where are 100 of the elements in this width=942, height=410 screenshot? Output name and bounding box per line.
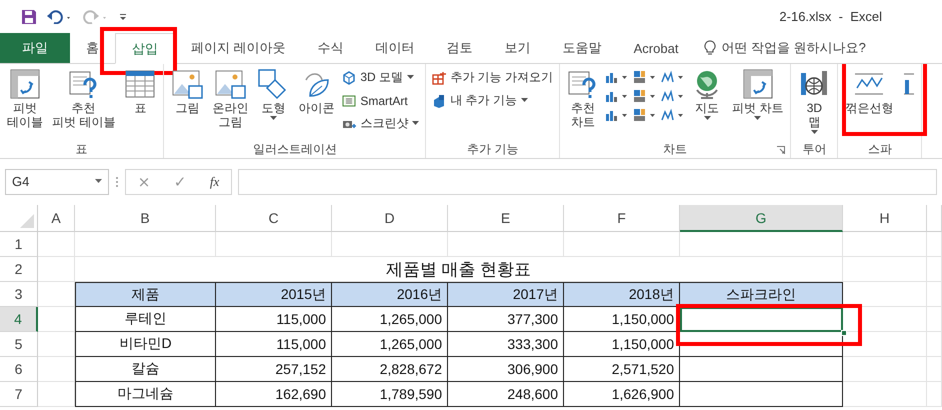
row-header[interactable]: 1 — [0, 232, 38, 257]
cube-icon — [342, 70, 356, 84]
tell-me-search[interactable]: 어떤 작업을 원하시나요? — [721, 39, 866, 57]
sparkline-cell[interactable] — [680, 382, 843, 407]
row-header[interactable]: 4 — [0, 307, 38, 332]
table-cell: 1,265,000 — [332, 307, 448, 332]
ribbon-button[interactable]: SmartArt — [339, 90, 422, 111]
sheet-cell[interactable] — [843, 382, 927, 407]
ribbon-button[interactable]: 3D 맵 — [794, 67, 834, 140]
table-cell: 2015년 — [216, 282, 332, 307]
column-header[interactable]: C — [216, 205, 332, 232]
ribbon-button[interactable]: 그림 — [167, 67, 208, 140]
table-cell: 115,000 — [216, 307, 332, 332]
ribbon-button[interactable]: 내 추가 기능 — [429, 90, 556, 111]
table-cell: 2018년 — [564, 282, 680, 307]
column-header[interactable]: B — [75, 205, 216, 232]
sheet-cell[interactable] — [38, 332, 75, 357]
ribbon-button[interactable]: 피벗 테이블 — [3, 67, 47, 140]
chart-icon — [633, 108, 658, 122]
ribbon-button[interactable]: 아이콘 — [294, 67, 338, 140]
column-header[interactable]: H — [843, 205, 927, 232]
sheet-cell[interactable] — [38, 357, 75, 382]
ribbon-tab[interactable]: 홈 — [70, 33, 115, 63]
ribbon-tab[interactable]: 도움말 — [546, 33, 618, 63]
ribbon-tab[interactable]: 보기 — [488, 33, 547, 63]
customize-icon[interactable] — [119, 12, 127, 22]
ribbon-tab[interactable]: 페이지 레이아웃 — [175, 33, 302, 63]
ribbon-button[interactable]: 지도 — [687, 67, 728, 140]
ribbon-button[interactable]: 꺾은선형 — [841, 67, 898, 140]
column-header[interactable]: A — [38, 205, 75, 232]
name-box[interactable]: G4 — [5, 168, 109, 194]
save-icon[interactable] — [21, 8, 37, 24]
sheet-cell[interactable] — [680, 232, 843, 257]
sparkline-cell[interactable] — [680, 357, 843, 382]
undo-icon[interactable] — [47, 10, 73, 24]
sheet-cell[interactable] — [843, 257, 927, 282]
sheet-cell[interactable] — [564, 232, 680, 257]
ribbon-tab[interactable]: 수식 — [302, 33, 360, 63]
ribbon-button[interactable]: 3D 모델 — [339, 67, 422, 88]
ribbon-tab[interactable]: 데이터 — [360, 33, 431, 63]
ribbon-button[interactable]: 추가 기능 가져오기 — [429, 67, 556, 88]
column-header[interactable]: G — [680, 205, 843, 232]
ribbon-button[interactable]: 추천 피벗 테이블 — [48, 67, 120, 140]
sheet-cell[interactable] — [927, 382, 942, 407]
addin-icon — [432, 94, 446, 108]
ribbon-button[interactable]: 표 — [120, 67, 160, 140]
row-header[interactable]: 6 — [0, 357, 38, 382]
table-cell: 306,900 — [448, 357, 564, 382]
sheet-cell[interactable] — [927, 307, 942, 332]
ribbon-button[interactable]: 도형 — [253, 67, 294, 140]
pivot-table-icon — [9, 68, 41, 100]
group-label: 표 — [76, 141, 88, 158]
sheet-cell[interactable] — [216, 232, 332, 257]
sheet-cell[interactable] — [927, 282, 942, 307]
row-header[interactable]: 7 — [0, 382, 38, 407]
smartart-icon — [342, 94, 356, 108]
table-cell: 333,300 — [448, 332, 564, 357]
column-header[interactable]: D — [332, 205, 448, 232]
column-header[interactable]: E — [448, 205, 564, 232]
sheet-cell[interactable] — [332, 232, 448, 257]
ribbon-tab[interactable]: Acrobat — [618, 33, 694, 63]
row-header[interactable]: 5 — [0, 332, 38, 357]
ribbon-tab[interactable]: 파일 — [0, 33, 70, 63]
sheet-cell[interactable] — [75, 232, 216, 257]
ribbon-button[interactable]: 추천 차트 — [563, 67, 604, 140]
ribbon-tab[interactable]: 삽입 — [115, 33, 175, 64]
table-cell: 1,150,000 — [564, 332, 680, 357]
ribbon-button[interactable]: 피벗 차트 — [728, 67, 788, 140]
dialog-launcher-icon[interactable] — [777, 146, 786, 154]
sheet-cell[interactable] — [38, 232, 75, 257]
sheet-cell[interactable] — [927, 357, 942, 382]
table-cell: 2,828,672 — [332, 357, 448, 382]
chart-icon — [661, 70, 686, 84]
grip-icon — [115, 176, 119, 188]
sheet-cell[interactable] — [927, 332, 942, 357]
lightbulb-icon — [704, 40, 716, 56]
ribbon-button[interactable]: 스크린샷 — [339, 113, 422, 134]
pivot-table-icon — [742, 68, 774, 100]
sheet-cell[interactable] — [843, 357, 927, 382]
select-all-corner[interactable] — [0, 205, 38, 232]
row-header[interactable]: 2 — [0, 257, 38, 282]
insert-function-button[interactable]: fx — [204, 174, 226, 190]
sheet-cell[interactable] — [843, 232, 927, 257]
fill-handle[interactable] — [841, 330, 847, 336]
table-cell: 비타민D — [75, 332, 216, 357]
formula-input[interactable] — [238, 168, 937, 194]
sheet-cell[interactable] — [38, 382, 75, 407]
table-cell: 248,600 — [448, 382, 564, 407]
sheet-cell[interactable] — [927, 232, 942, 257]
sheet-cell[interactable] — [38, 257, 75, 282]
redo-icon[interactable] — [83, 10, 109, 24]
ribbon-button[interactable]: 온라인 그림 — [208, 67, 252, 140]
sheet-cell[interactable] — [927, 257, 942, 282]
group-label: 차트 — [663, 141, 688, 158]
ribbon-tab[interactable]: 검토 — [430, 33, 489, 63]
column-header[interactable] — [927, 205, 942, 232]
table-cell: 162,690 — [216, 382, 332, 407]
sheet-cell[interactable] — [38, 307, 75, 332]
sparkline-cell[interactable] — [680, 307, 843, 332]
sheet-cell[interactable] — [448, 232, 564, 257]
